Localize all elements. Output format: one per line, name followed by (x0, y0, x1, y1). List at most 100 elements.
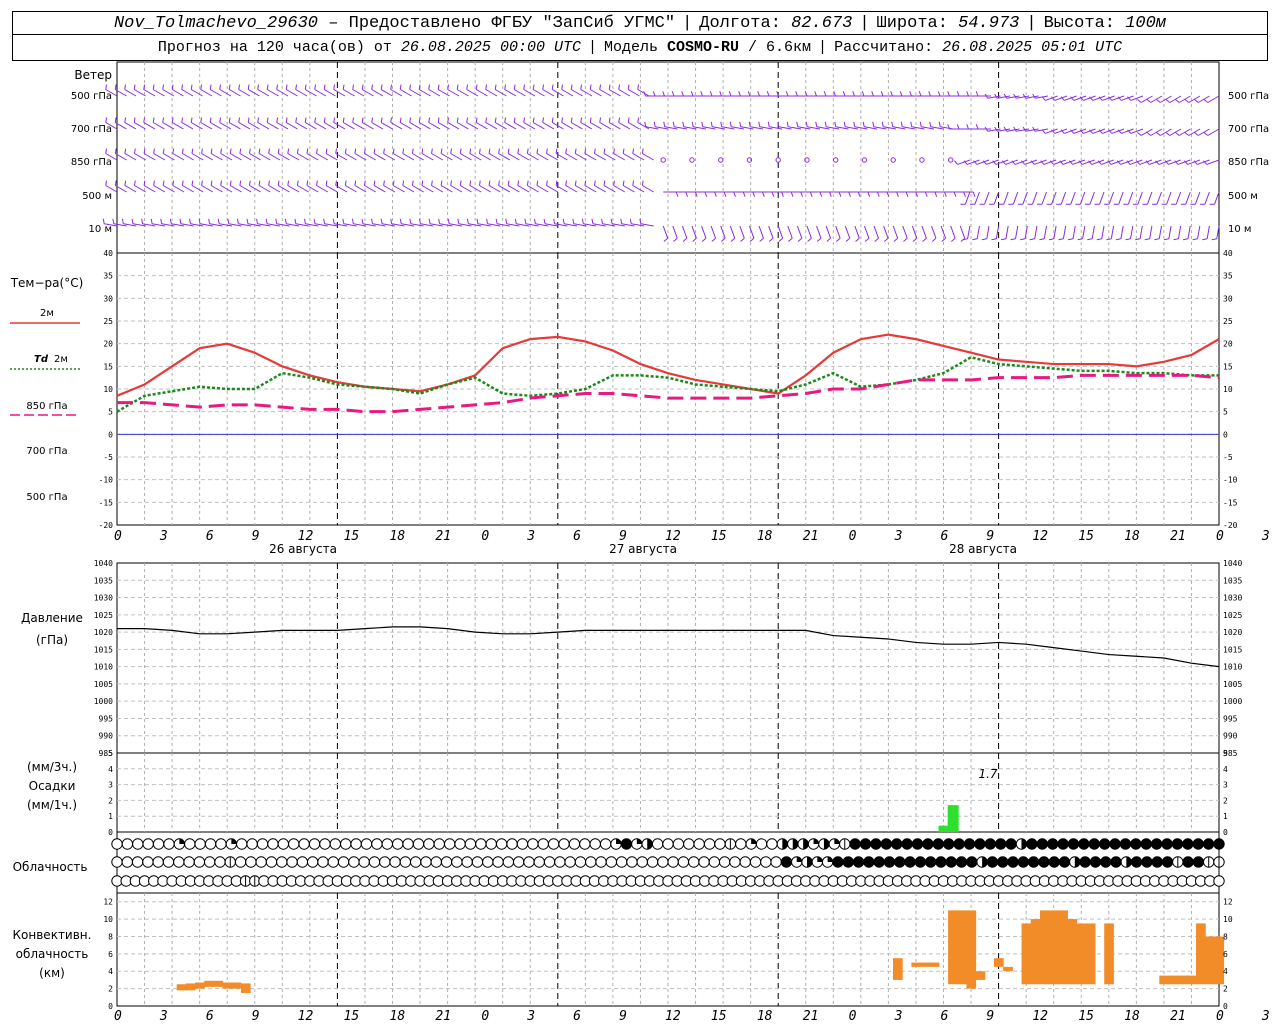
wind-barb-shaft (152, 122, 165, 130)
wind-barb-flag (546, 148, 548, 154)
wind-barb-shaft (613, 185, 626, 193)
wind-barb-flag (1067, 238, 1074, 241)
wind-barb-flag (296, 148, 299, 154)
wind-barb-flag (704, 191, 708, 197)
cloud-cover-symbol (945, 856, 957, 868)
conv-bar (948, 910, 958, 985)
wind-barb-shaft (532, 122, 545, 130)
wind-barb-shaft (239, 185, 252, 193)
wind-barb-shaft (287, 185, 300, 193)
wind-barb-shaft (622, 153, 635, 161)
wind-barb-shaft (729, 225, 736, 239)
wind-barb-flag (316, 148, 318, 154)
wind-barb-flag (1173, 238, 1179, 241)
wind-barb-flag (627, 84, 630, 90)
pressure-ytick-right: 1035 (1223, 576, 1242, 585)
wind-barb-shaft (580, 89, 593, 97)
cloud-cover-symbol (558, 838, 570, 850)
wind-barb-flag (287, 180, 290, 186)
wind-barb-shaft (517, 185, 530, 193)
wind-barb-shaft (498, 153, 511, 161)
cloud-cover-symbol (399, 856, 412, 868)
wind-barb-flag (899, 91, 903, 97)
wind-barb-shaft (460, 153, 472, 161)
wind-barb-flag (469, 180, 472, 186)
wind-barb-flag (903, 237, 908, 242)
wind-barb-flag (431, 148, 433, 154)
legend-t500-label: 500 гПа (26, 492, 67, 503)
wind-barb-flag (459, 180, 462, 186)
wind-barb-flag (380, 84, 383, 90)
wind-barb-flag (1156, 98, 1161, 103)
wind-barb-shaft (409, 89, 422, 97)
wind-barb-shaft (238, 122, 251, 130)
wind-barb-shaft (599, 89, 612, 97)
wind-barb-flag (551, 84, 554, 90)
wind-barb-flag (495, 218, 498, 224)
wind-barb-flag (258, 148, 261, 154)
wind-barb-flag (456, 117, 459, 123)
cloud-cover-symbol (932, 838, 945, 850)
cloud-cover-symbol (350, 838, 362, 850)
wind-barb-shaft (277, 153, 290, 161)
wind-barb-shaft (373, 153, 386, 161)
wind-barb-shaft (316, 153, 329, 161)
conv-bar (1196, 923, 1206, 985)
cloud-cover-symbol (693, 838, 705, 850)
wind-barb-flag (589, 117, 592, 123)
wind-barb-flag (742, 191, 746, 197)
wind-level-700hpa: 700 гПа (71, 124, 112, 135)
wind-barb-shaft (1130, 225, 1134, 239)
wind-barb-flag (344, 180, 347, 186)
cloud-cover-symbol (203, 856, 216, 868)
wind-barb-shaft (1091, 225, 1095, 239)
cloud-cover-symbol (464, 838, 477, 850)
cloud-cover-symbol (1161, 838, 1173, 850)
wind-barb-flag (876, 191, 880, 197)
wind-barb-flag (532, 117, 535, 123)
day-label-3: 28 августа (949, 542, 1017, 556)
wind-barb-flag (399, 218, 402, 224)
wind-barb-flag (796, 121, 799, 127)
wind-barb-flag (826, 237, 831, 242)
wind-barb-flag (200, 84, 203, 90)
wind-barb-flag (526, 148, 529, 154)
temp-ytick-right: 35 (1223, 272, 1233, 281)
cloud-cover-symbol (121, 838, 134, 850)
wind-barb-shaft (277, 185, 290, 193)
cloud-cover-symbol (636, 856, 648, 868)
wind-barb-shaft (162, 185, 175, 193)
wind-barb-flag (314, 84, 317, 90)
wind-barb-flag (532, 84, 535, 90)
cloud-cover-symbol (994, 838, 1007, 850)
wind-barb-flag (143, 117, 146, 123)
wind-barb-flag (912, 237, 918, 242)
time-tick-temp: 21 (1170, 529, 1186, 544)
cloud-cover-symbol (1038, 856, 1050, 868)
time-tick-bottom: 18 (1124, 1009, 1140, 1024)
wind-barb-flag (966, 91, 969, 97)
cloud-cover-symbol (849, 838, 861, 850)
wind-barb-flag (1003, 93, 1008, 99)
wind-barb-shaft (361, 89, 374, 97)
wind-barb-shaft (504, 122, 517, 130)
wind-barb-flag (200, 117, 203, 123)
wind-barb-shaft (1137, 191, 1143, 205)
time-tick-bottom: 9 (619, 1009, 627, 1024)
wind-barb-flag (918, 91, 922, 97)
wind-barb-shaft (460, 185, 472, 193)
wind-barb-shaft (921, 225, 927, 239)
wind-barb-shaft (402, 185, 415, 193)
wind-barb-flag (172, 148, 175, 154)
cloud-cover-symbol (1046, 838, 1059, 850)
pressure-ytick-left: 1020 (94, 628, 113, 637)
wind-barb-shaft (162, 153, 175, 161)
wind-panel-label: Ветер (74, 68, 112, 82)
cloud-cover-symbol (485, 838, 497, 850)
wind-barb-shaft (285, 89, 298, 97)
wind-barb-shaft (440, 153, 453, 161)
wind-barb-flag (972, 238, 978, 241)
wind-barb-shaft (974, 191, 980, 205)
conv-ytick-right: 4 (1223, 967, 1228, 976)
wind-barb-shaft (1015, 225, 1019, 239)
